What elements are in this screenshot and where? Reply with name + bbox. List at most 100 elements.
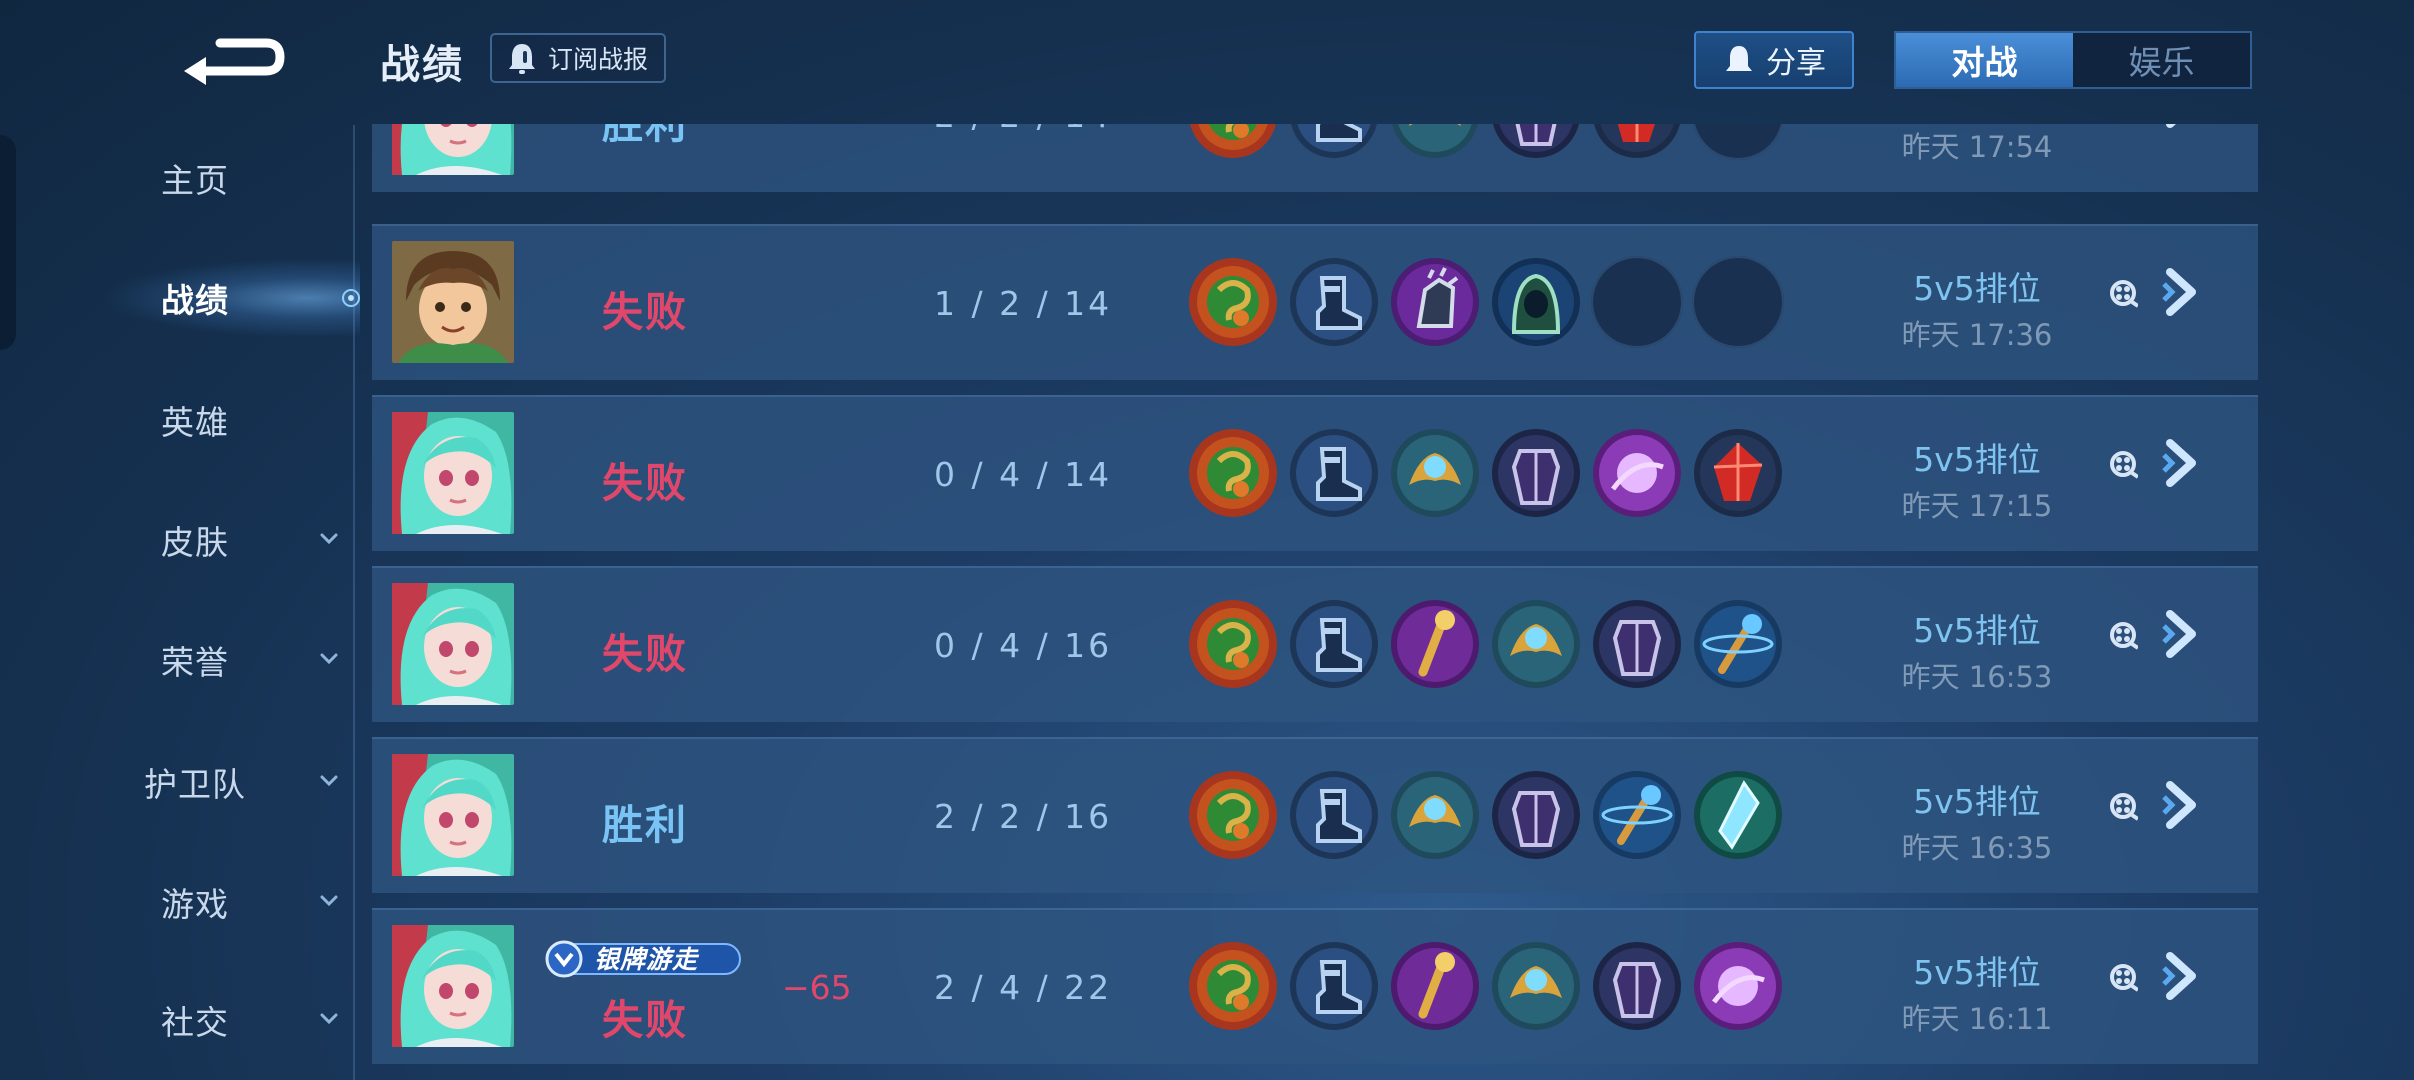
sidebar-item-5[interactable]: 护卫队: [120, 752, 340, 812]
gold-wing-gem-item-icon[interactable]: [1490, 940, 1582, 1032]
match-time: 昨天 16:11: [1901, 1002, 2053, 1036]
gold-staff-item-icon[interactable]: [1389, 940, 1481, 1032]
sidebar-item-label: 皮肤: [161, 523, 229, 562]
kda-score: 2 / 2 / 14: [934, 124, 1112, 135]
emerald-relic-item-icon[interactable]: [1187, 256, 1279, 348]
blue-scepter-item-icon[interactable]: [1591, 769, 1683, 861]
rank-label: 银牌游走: [594, 945, 699, 974]
sidebar-item-label: 护卫队: [144, 765, 246, 804]
replay-icon[interactable]: [2108, 962, 2138, 992]
purple-armor-item-icon[interactable]: [1490, 769, 1582, 861]
chevron-right-icon[interactable]: [2162, 124, 2212, 134]
gold-wing-gem-item-icon[interactable]: [1389, 427, 1481, 519]
violet-orb-item-icon[interactable]: [1692, 940, 1784, 1032]
match-row[interactable]: 胜利 2 / 2 / 14 昨天 17:54: [372, 124, 2258, 192]
red-crystal-item-icon[interactable]: [1692, 427, 1784, 519]
match-result: 胜利: [602, 124, 688, 148]
chevron-right-icon[interactable]: [2162, 946, 2212, 1006]
replay-icon[interactable]: [2108, 620, 2138, 650]
gold-wing-gem-item-icon[interactable]: [1490, 598, 1582, 690]
purple-armor-item-icon[interactable]: [1591, 940, 1683, 1032]
bell-icon: [509, 44, 535, 74]
blue-boots-item-icon[interactable]: [1288, 256, 1380, 348]
match-result: 失败: [602, 630, 688, 678]
hero-avatar[interactable]: [392, 583, 514, 705]
emerald-relic-item-icon[interactable]: [1187, 598, 1279, 690]
purple-armor-item-icon[interactable]: [1490, 427, 1582, 519]
hero-avatar[interactable]: [392, 124, 514, 175]
chevron-right-icon[interactable]: [2162, 775, 2212, 835]
match-row[interactable]: 银牌游走 −65 失败 2 / 4 / 22 5v5排位 昨天 16:11: [372, 908, 2258, 1064]
blue-boots-item-icon[interactable]: [1288, 427, 1380, 519]
hero-avatar[interactable]: [392, 925, 514, 1047]
sidebar-item-6[interactable]: 游戏: [120, 872, 340, 932]
red-crystal-item-icon[interactable]: [1591, 124, 1683, 160]
match-row[interactable]: 胜利 2 / 2 / 16 5v5排位 昨天 16:35: [372, 737, 2258, 893]
kda-score: 2 / 4 / 22: [934, 968, 1113, 1007]
subscribe-report-button[interactable]: 订阅战报: [490, 33, 666, 83]
tab-battle[interactable]: 对战: [1896, 33, 2073, 87]
sidebar-item-0[interactable]: 主页: [120, 148, 340, 208]
replay-icon[interactable]: [2108, 791, 2138, 821]
tab-entertainment[interactable]: 娱乐: [2073, 33, 2250, 87]
sidebar-divider: [353, 125, 355, 1080]
sidebar-item-label: 战绩: [161, 281, 229, 320]
blue-boots-item-icon[interactable]: [1288, 769, 1380, 861]
match-row[interactable]: 失败 0 / 4 / 16 5v5排位 昨天 16:53: [372, 566, 2258, 722]
sidebar-item-label: 荣誉: [161, 643, 229, 682]
match-row[interactable]: 失败 0 / 4 / 14 5v5排位 昨天 17:15: [372, 395, 2258, 551]
back-button[interactable]: [180, 25, 290, 85]
match-result: 失败: [602, 288, 688, 336]
blue-boots-item-icon[interactable]: [1288, 940, 1380, 1032]
violet-orb-item-icon[interactable]: [1591, 427, 1683, 519]
chevron-right-icon[interactable]: [2162, 604, 2212, 664]
game-mode: 5v5排位: [1913, 269, 2041, 308]
match-list[interactable]: 胜利2 / 2 / 14昨天 17:54 失败1 / 2 / 145v5排位昨天…: [372, 124, 2258, 1080]
game-mode: 5v5排位: [1913, 953, 2041, 992]
share-button[interactable]: 分享: [1694, 31, 1854, 89]
match-result: 失败: [602, 459, 688, 507]
emerald-relic-item-icon[interactable]: [1187, 124, 1279, 160]
emerald-relic-item-icon[interactable]: [1187, 940, 1279, 1032]
sidebar-item-4[interactable]: 荣誉: [120, 630, 340, 690]
purple-armor-item-icon[interactable]: [1490, 124, 1582, 160]
sidebar-item-2[interactable]: 英雄: [120, 390, 340, 450]
emerald-relic-item-icon[interactable]: [1187, 427, 1279, 519]
gold-staff-item-icon[interactable]: [1389, 598, 1481, 690]
game-mode: 5v5排位: [1913, 611, 2041, 650]
replay-icon[interactable]: [2108, 449, 2138, 479]
hero-avatar[interactable]: [392, 241, 514, 363]
teal-crystal-item-icon[interactable]: [1692, 769, 1784, 861]
sidebar-item-label: 主页: [161, 161, 229, 200]
chevron-down-icon: [320, 533, 338, 545]
empty-item-slot: [1692, 256, 1784, 348]
hero-avatar[interactable]: [392, 754, 514, 876]
gold-wing-gem-item-icon[interactable]: [1389, 769, 1481, 861]
hood-cloak-item-icon[interactable]: [1490, 256, 1582, 348]
empty-item-slot: [1692, 124, 1784, 160]
spiked-gauntlet-item-icon[interactable]: [1389, 256, 1481, 348]
kda-score: 1 / 2 / 14: [934, 284, 1113, 323]
match-time: 昨天 16:35: [1901, 831, 2053, 865]
blue-scepter-item-icon[interactable]: [1692, 598, 1784, 690]
kda-score: 0 / 4 / 14: [934, 455, 1113, 494]
chevron-right-icon[interactable]: [2162, 433, 2212, 493]
chevron-right-icon[interactable]: [2162, 262, 2212, 322]
gold-wing-gem-item-icon[interactable]: [1389, 124, 1481, 160]
sidebar-item-3[interactable]: 皮肤: [120, 510, 340, 570]
emerald-relic-item-icon[interactable]: [1187, 769, 1279, 861]
blue-boots-item-icon[interactable]: [1288, 598, 1380, 690]
empty-item-slot: [1591, 256, 1683, 348]
sidebar-item-label: 游戏: [161, 885, 229, 924]
blue-boots-item-icon[interactable]: [1288, 124, 1380, 160]
sidebar-item-1[interactable]: 战绩: [120, 268, 340, 328]
match-row[interactable]: 失败 1 / 2 / 14 5v5排位 昨天 17:36: [372, 224, 2258, 380]
share-label: 分享: [1766, 46, 1826, 81]
purple-armor-item-icon[interactable]: [1591, 598, 1683, 690]
hero-avatar[interactable]: [392, 412, 514, 534]
match-time: 昨天 16:53: [1901, 660, 2053, 694]
chevron-down-icon: [320, 775, 338, 787]
match-result: 胜利: [602, 801, 688, 849]
replay-icon[interactable]: [2108, 278, 2138, 308]
sidebar-item-7[interactable]: 社交: [120, 990, 340, 1050]
